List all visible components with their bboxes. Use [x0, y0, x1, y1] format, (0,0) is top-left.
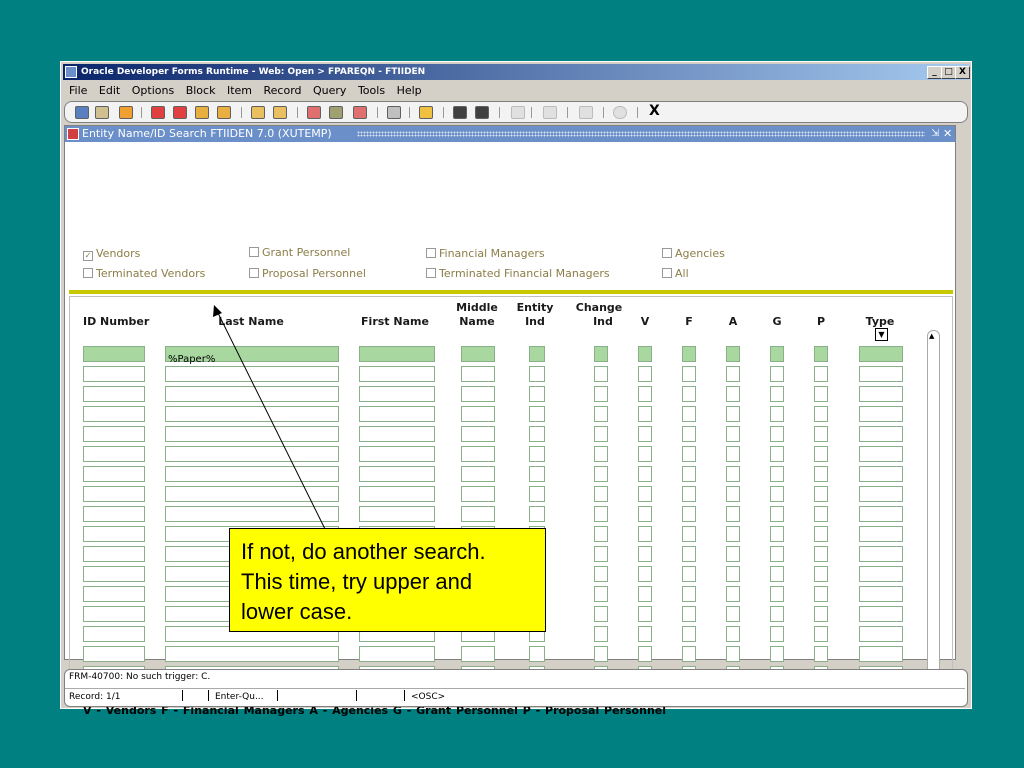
callout-line-1: If not, do another search. — [241, 539, 486, 564]
callout-arrow — [213, 305, 326, 530]
callout-box: If not, do another search. This time, tr… — [229, 528, 546, 632]
callout-line-2: This time, try upper and — [241, 569, 473, 594]
callout-line-3: lower case. — [241, 599, 353, 624]
